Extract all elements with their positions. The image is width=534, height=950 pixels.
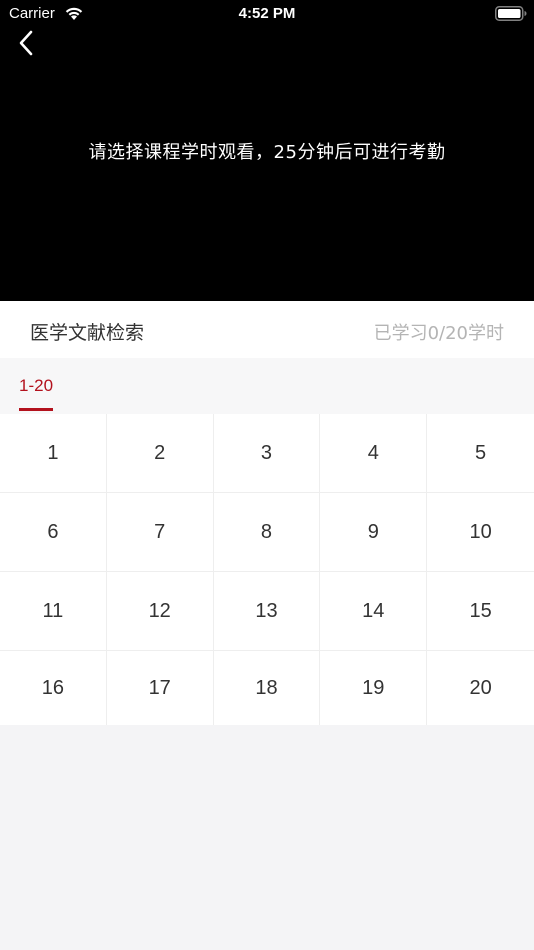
video-message: 请选择课程学时观看，25分钟后可进行考勤: [88, 142, 446, 163]
tab-label: 1-20: [19, 376, 54, 395]
lesson-cell[interactable]: 15: [427, 572, 534, 651]
course-header: 医学文献检索 已学习0/20学时: [0, 301, 534, 358]
lesson-range-tabs: 1-20: [0, 358, 534, 414]
lesson-grid: 1 2 3 4 5 6 7 8 9 10 11 12 13 14 15 16 1…: [0, 414, 534, 725]
lesson-cell[interactable]: 5: [427, 414, 534, 493]
tab-1-20[interactable]: 1-20: [19, 358, 54, 414]
lesson-cell[interactable]: 1: [0, 414, 107, 493]
lesson-cell[interactable]: 14: [320, 572, 428, 651]
clock: 4:52 PM: [238, 5, 296, 22]
lesson-cell[interactable]: 10: [427, 493, 534, 572]
lesson-cell[interactable]: 19: [320, 651, 428, 725]
course-progress: 已学习0/20学时: [373, 323, 504, 344]
lesson-cell[interactable]: 20: [427, 651, 534, 725]
lesson-cell[interactable]: 4: [320, 414, 428, 493]
lesson-cell[interactable]: 18: [214, 651, 321, 725]
lesson-cell[interactable]: 2: [106, 414, 214, 493]
lesson-cell[interactable]: 11: [0, 572, 107, 651]
lesson-cell[interactable]: 13: [213, 572, 321, 651]
lesson-cell[interactable]: 8: [213, 493, 321, 572]
status-bar: Carrier 4:52 PM: [0, 0, 534, 28]
active-tab-indicator: [19, 408, 54, 411]
chevron-left-icon[interactable]: [14, 28, 40, 58]
lesson-cell[interactable]: 16: [0, 651, 107, 725]
lesson-cell[interactable]: 3: [213, 414, 321, 493]
lesson-cell[interactable]: 7: [106, 493, 214, 572]
battery-icon: [495, 6, 527, 21]
lesson-cell[interactable]: 17: [107, 651, 214, 725]
lesson-cell[interactable]: 12: [106, 572, 214, 651]
course-title: 医学文献检索: [30, 322, 145, 344]
video-player[interactable]: Carrier 4:52 PM 请选择课程学时观看，25分钟后可进行考勤: [0, 0, 534, 301]
lesson-cell[interactable]: 9: [320, 493, 428, 572]
lesson-cell[interactable]: 6: [0, 493, 107, 572]
